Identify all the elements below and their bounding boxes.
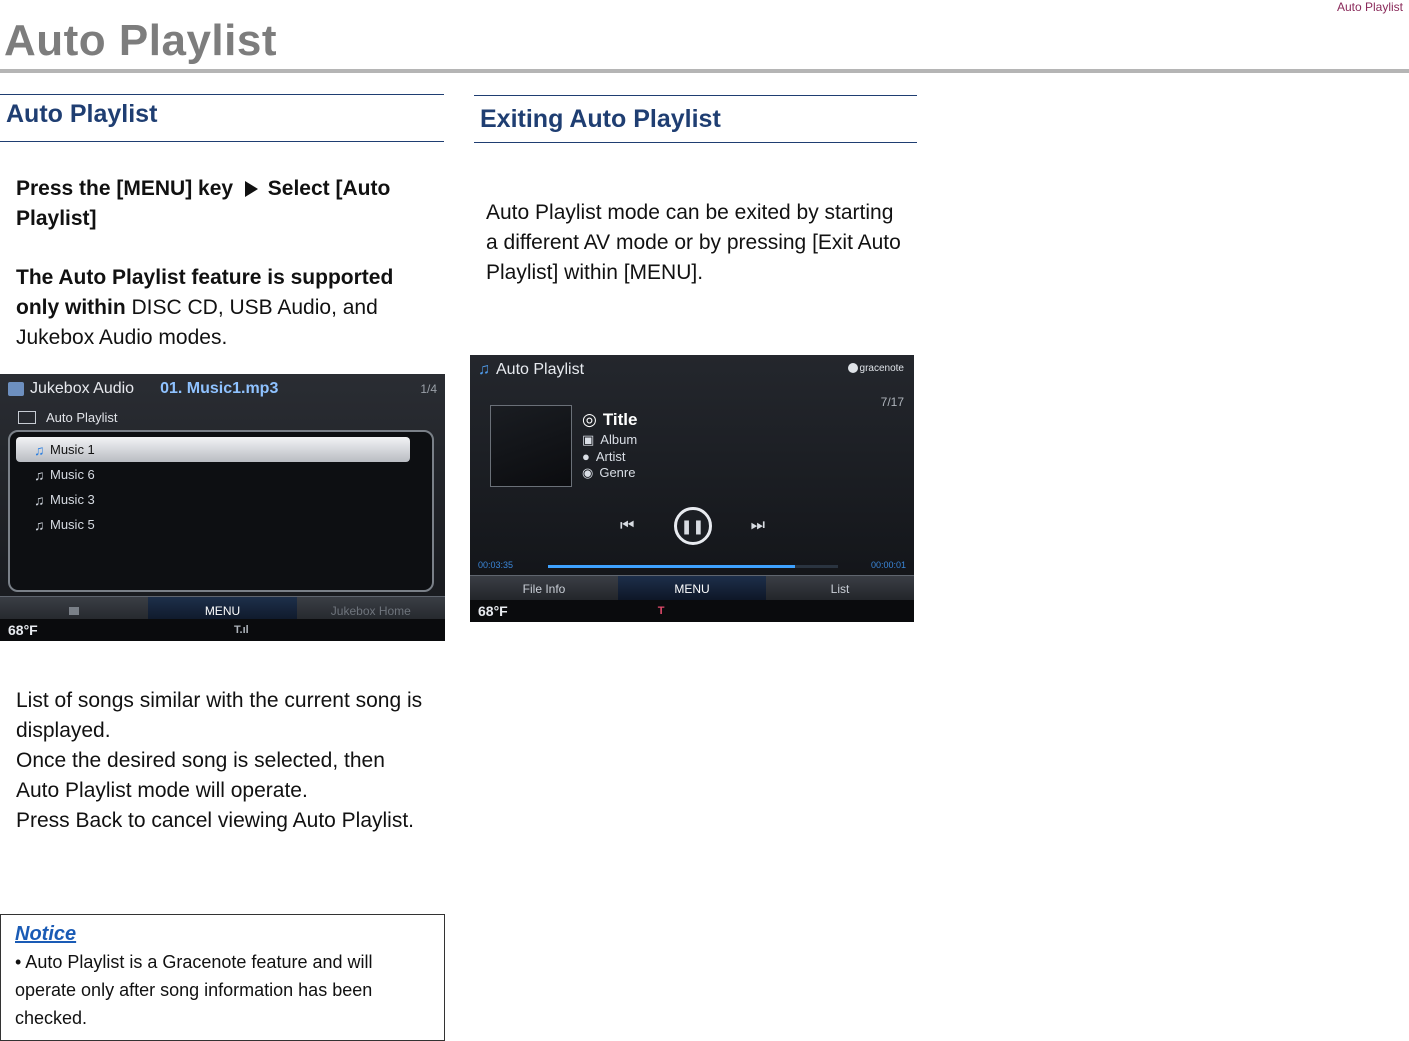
gracenote-label: gracenote [859,363,904,374]
elapsed-time: 00:03:35 [478,560,514,570]
song-label: Music 6 [50,467,95,482]
running-head: Auto Playlist [1336,0,1403,14]
music-note-icon: ♫ [34,466,45,483]
meta-genre-label: Genre [599,465,636,480]
section-header-auto-playlist: Auto Playlist [0,94,444,142]
list-item-song-2[interactable]: ♫ Music 6 [10,462,432,487]
song-label: Music 5 [50,517,95,532]
ap-status-bar: 68°F T [470,600,914,622]
description-line-3: Press Back to cancel viewing Auto Playli… [16,809,415,832]
meta-artist: ● Artist [582,449,625,464]
jukebox-track-label: 01. Music1.mp3 [160,380,279,397]
song-label: Music 3 [50,492,95,507]
folder-icon [18,410,36,424]
music-note-icon: ♫ [34,516,45,533]
song-list: ♫ Music 1 ♫ Music 6 ♫ Music 3 ♫ Music 5 [8,430,434,592]
music-note-icon: ♫ [34,441,45,458]
folder-row: Auto Playlist [0,404,445,430]
meta-title-label: Title [602,410,638,429]
folder-icon [69,606,80,615]
notice-title: Notice [15,923,77,945]
meta-genre: ◉ Genre [582,465,635,481]
genre-icon: ◉ [582,465,594,480]
meta-title: ◎ Title [582,410,637,430]
meta-artist-label: Artist [595,449,626,464]
step-part-1: Press the [MENU] key [16,177,234,200]
previous-track-icon[interactable]: ⏮ [620,517,634,535]
list-item-song-4[interactable]: ♫ Music 5 [10,512,432,537]
track-count: 7/17 [880,395,904,409]
tab-menu[interactable]: MENU [618,575,766,601]
page-title: Auto Playlist [4,16,277,65]
list-item-song-1[interactable]: ♫ Music 1 [16,437,410,462]
section-header-exiting-auto-playlist: Exiting Auto Playlist [474,95,917,143]
auto-playlist-screenshot: ♫ Auto Playlist gracenote 7/17 ◎ Title ▣ Al… [470,355,914,622]
ap-title-label: Auto Playlist [496,361,585,378]
jukebox-mode-label: Jukebox Audio [30,380,135,397]
step-instruction: Press the [MENU] key Select [Auto Playli… [16,174,426,234]
jukebox-page-count: 1/4 [420,382,437,396]
notice-box: Notice • Auto Playlist is a Gracenote fe… [0,914,445,1041]
album-icon: ▣ [582,432,595,447]
description-text: List of songs similar with the current s… [16,686,426,836]
tab-file-info[interactable]: File Info [470,575,618,601]
album-art [490,405,572,487]
list-item-song-3[interactable]: ♫ Music 3 [10,487,432,512]
meta-album: ▣ Album [582,432,637,448]
support-note: The Auto Playlist feature is supported o… [16,263,426,353]
gracenote-logo: gracenote [847,363,904,374]
ap-tab-bar: File Info MENU List [470,575,914,601]
artist-icon: ● [582,449,590,464]
pause-icon: ❚❚ [680,517,705,534]
progress-bar[interactable] [548,565,838,568]
temperature-readout: 68°F [8,622,38,638]
progress-fill [548,565,795,568]
jukebox-screenshot: Jukebox Audio 01. Music1.mp3 1/4 Auto Pl… [0,374,445,641]
folder-label: Auto Playlist [46,409,118,425]
music-note-icon: ♫ [34,491,45,508]
next-track-icon[interactable]: ⏭ [751,517,765,535]
title-icon: ◎ [582,410,597,429]
playback-controls: ⏮ ❚❚ ⏭ [620,501,765,551]
remaining-time: 00:00:01 [870,560,906,570]
signal-icon: T [657,605,665,617]
tab-list[interactable]: List [766,575,914,601]
gracenote-icon [847,363,858,374]
notice-body: • Auto Playlist is a Gracenote feature a… [15,952,373,1028]
ap-screen-title: ♫ Auto Playlist [478,361,584,379]
title-divider [0,69,1409,73]
progress-row: 00:03:35 00:00:01 [478,560,906,574]
music-note-icon: ♫ [478,361,490,378]
jukebox-topbar: Jukebox Audio 01. Music1.mp3 1/4 [0,374,445,404]
description-line-2: Once the desired song is selected, then … [16,749,385,802]
jukebox-icon [8,382,24,396]
temperature-readout: 68°F [478,603,508,619]
arrow-right-icon [244,181,258,198]
jukebox-status-bar: 68°F T.ıl [0,619,445,641]
meta-album-label: Album [600,432,638,447]
signal-icon: T.ıl [234,624,249,636]
song-label: Music 1 [50,442,95,457]
pause-button[interactable]: ❚❚ [673,507,712,545]
exit-instructions: Auto Playlist mode can be exited by star… [486,201,901,284]
description-line-1: List of songs similar with the current s… [16,689,423,742]
